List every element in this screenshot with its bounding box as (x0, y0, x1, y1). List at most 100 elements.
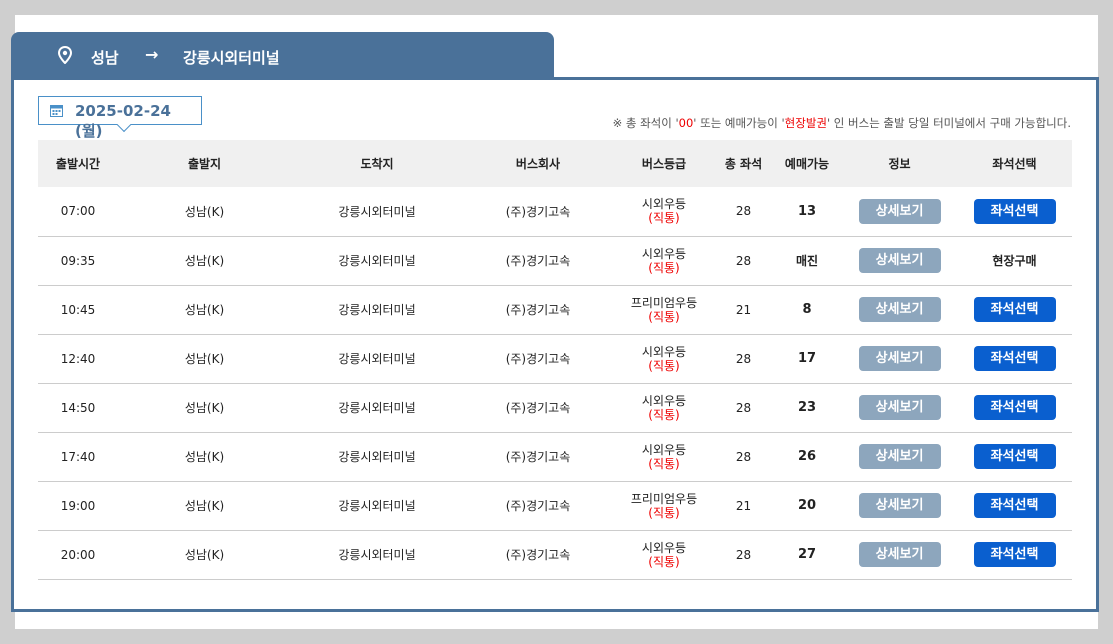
total-seats: 21 (735, 302, 752, 317)
selected-date: 2025-02-24 (월) (75, 102, 171, 140)
destination: 강릉시외터미널 (338, 401, 416, 415)
onsite-purchase-label: 현장구매 (992, 254, 1037, 268)
header-seat-select: 좌석선택 (992, 157, 1037, 171)
route-tab: 성남 → 강릉시외터미널 (11, 32, 554, 80)
total-seats: 28 (735, 547, 752, 562)
table-row: 10:45 성남(K) 강릉시외터미널 (주)경기고속 프리미엄우등 (직통) 2… (38, 285, 1072, 334)
total-seats: 28 (735, 351, 752, 366)
total-seats: 21 (735, 498, 752, 513)
available-seats: 13 (797, 203, 817, 219)
origin: 성남(K) (184, 401, 225, 415)
total-seats: 28 (735, 449, 752, 464)
header-departure-time: 출발시간 (55, 157, 101, 171)
seat-select-button[interactable]: 좌석선택 (973, 346, 1056, 371)
detail-button[interactable]: 상세보기 (858, 198, 941, 224)
header-origin: 출발지 (187, 157, 222, 171)
bus-company: (주)경기고속 (505, 303, 571, 317)
route-origin: 성남 (91, 49, 119, 67)
bus-company: (주)경기고속 (505, 450, 571, 464)
seat-select-button[interactable]: 좌석선택 (973, 444, 1056, 469)
origin: 성남(K) (184, 499, 225, 513)
bus-company: (주)경기고속 (505, 401, 571, 415)
table-row: 20:00 성남(K) 강릉시외터미널 (주)경기고속 시외우등 (직통) 28 … (38, 530, 1072, 579)
bus-grade: 시외우등 (직통) (641, 442, 687, 471)
total-seats: 28 (735, 204, 752, 219)
seat-select-button[interactable]: 좌석선택 (973, 542, 1056, 567)
table-header-row: 출발시간 출발지 도착지 버스회사 버스등급 총 좌석 예매가능 정보 좌석선택 (38, 140, 1072, 187)
bus-company: (주)경기고속 (505, 352, 571, 366)
bus-grade: 프리미엄우등 (직통) (630, 491, 698, 520)
table-row: 07:00 성남(K) 강릉시외터미널 (주)경기고속 시외우등 (직통) 28 … (38, 187, 1072, 236)
origin: 성남(K) (184, 450, 225, 464)
origin: 성남(K) (184, 303, 225, 317)
destination: 강릉시외터미널 (338, 450, 416, 464)
seat-select-button[interactable]: 좌석선택 (973, 493, 1056, 518)
detail-button[interactable]: 상세보기 (858, 444, 941, 469)
detail-button[interactable]: 상세보기 (858, 346, 941, 371)
total-seats: 28 (735, 400, 752, 415)
bus-grade: 시외우등 (직통) (641, 246, 687, 275)
available-seats: 17 (797, 351, 817, 366)
available-seats: 27 (797, 547, 817, 562)
available-seats: 8 (802, 302, 812, 317)
departure-time: 10:45 (60, 302, 96, 317)
departure-time: 20:00 (60, 547, 96, 562)
departure-time: 07:00 (60, 204, 96, 219)
bus-grade: 시외우등 (직통) (641, 344, 687, 373)
departure-time: 09:35 (60, 253, 96, 268)
bus-company: (주)경기고속 (505, 254, 571, 268)
destination: 강릉시외터미널 (338, 499, 416, 513)
table-row: 19:00 성남(K) 강릉시외터미널 (주)경기고속 프리미엄우등 (직통) 2… (38, 481, 1072, 530)
detail-button[interactable]: 상세보기 (858, 542, 941, 567)
departure-time: 17:40 (60, 449, 96, 464)
available-seats: 23 (797, 400, 817, 415)
departure-time: 19:00 (60, 498, 96, 513)
origin: 성남(K) (184, 254, 225, 268)
calendar-icon (50, 105, 63, 117)
route-arrow-icon: → (145, 45, 159, 64)
purchase-notice: ※ 총 좌석이 '00' 또는 예매가능이 '현장발권' 인 버스는 출발 당일… (612, 116, 1071, 130)
destination: 강릉시외터미널 (338, 204, 416, 219)
route-destination: 강릉시외터미널 (183, 49, 280, 67)
seat-select-button[interactable]: 좌석선택 (973, 198, 1056, 224)
destination: 강릉시외터미널 (338, 254, 416, 268)
header-bus-company: 버스회사 (515, 157, 561, 171)
seat-select-button[interactable]: 좌석선택 (973, 297, 1056, 322)
table-row: 09:35 성남(K) 강릉시외터미널 (주)경기고속 시외우등 (직통) 28 … (38, 236, 1072, 285)
header-available: 예매가능 (784, 157, 830, 171)
seat-select-button[interactable]: 좌석선택 (973, 395, 1056, 420)
header-bus-grade: 버스등급 (641, 157, 687, 171)
table-row: 17:40 성남(K) 강릉시외터미널 (주)경기고속 시외우등 (직통) 28 … (38, 432, 1072, 481)
sold-out-status: 매진 (795, 254, 819, 268)
bus-grade: 시외우등 (직통) (641, 540, 687, 569)
origin: 성남(K) (184, 204, 225, 219)
detail-button[interactable]: 상세보기 (858, 395, 941, 420)
origin: 성남(K) (184, 352, 225, 366)
available-seats: 20 (797, 498, 817, 513)
bus-company: (주)경기고속 (505, 548, 571, 562)
available-seats: 26 (797, 449, 817, 464)
header-total-seats: 총 좌석 (724, 157, 763, 171)
destination: 강릉시외터미널 (338, 303, 416, 317)
bus-timetable: 출발시간 출발지 도착지 버스회사 버스등급 총 좌석 예매가능 정보 좌석선택… (38, 140, 1072, 580)
detail-button[interactable]: 상세보기 (858, 248, 941, 273)
destination: 강릉시외터미널 (338, 352, 416, 366)
detail-button[interactable]: 상세보기 (858, 297, 941, 322)
bus-company: (주)경기고속 (505, 204, 571, 219)
header-destination: 도착지 (360, 157, 394, 171)
table-row: 14:50 성남(K) 강릉시외터미널 (주)경기고속 시외우등 (직통) 28 … (38, 383, 1072, 432)
header-info: 정보 (888, 157, 911, 171)
bus-grade: 시외우등 (직통) (641, 197, 687, 226)
timetable-panel: 2025-02-24 (월) ※ 총 좌석이 '00' 또는 예매가능이 '현장… (11, 77, 1099, 612)
detail-button[interactable]: 상세보기 (858, 493, 941, 518)
origin: 성남(K) (184, 548, 225, 562)
departure-time: 12:40 (60, 351, 96, 366)
bus-grade: 프리미엄우등 (직통) (630, 295, 698, 324)
destination: 강릉시외터미널 (338, 548, 416, 562)
bus-grade: 시외우등 (직통) (641, 393, 687, 422)
date-selector[interactable]: 2025-02-24 (월) (38, 96, 202, 140)
total-seats: 28 (735, 253, 752, 268)
location-pin-icon (58, 46, 72, 64)
bus-company: (주)경기고속 (505, 499, 571, 513)
departure-time: 14:50 (60, 400, 96, 415)
